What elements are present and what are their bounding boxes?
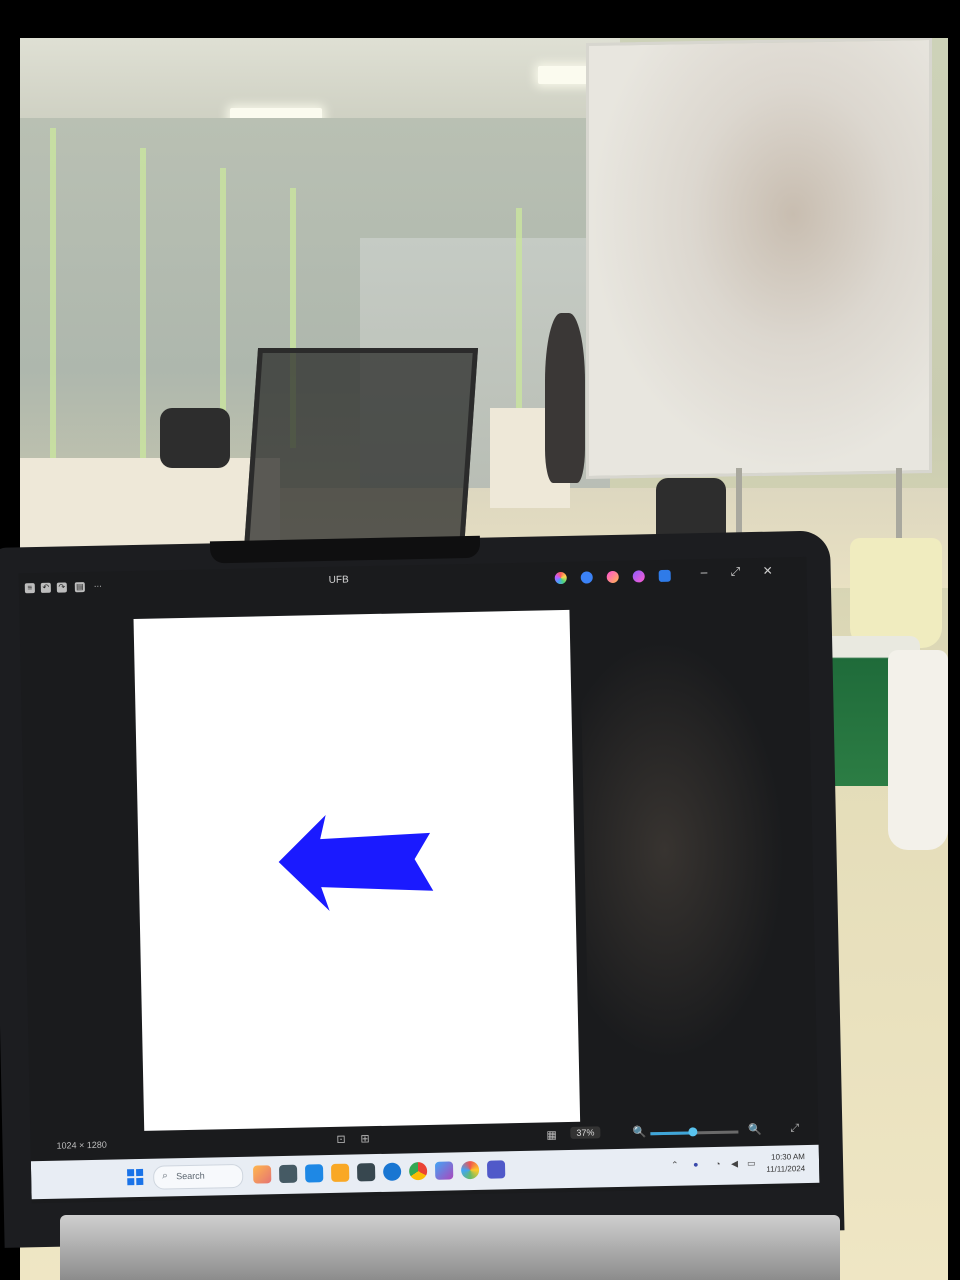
menu-icon[interactable]: ≡: [24, 583, 35, 594]
person-in-background: [545, 313, 585, 483]
zoom-slider-fill: [650, 1131, 691, 1136]
edge-icon[interactable]: [278, 1164, 298, 1184]
tray-chevron-icon[interactable]: ⌃: [671, 1160, 679, 1171]
windows-start-icon[interactable]: [127, 1168, 144, 1186]
left-arrow-shape[interactable]: [134, 610, 581, 1131]
search-icon: ⌕: [162, 1170, 168, 1182]
search-placeholder: Search: [176, 1170, 205, 1182]
laptop-keyboard-base: [60, 1215, 840, 1280]
webcam-notch: [209, 535, 481, 564]
chrome-icon[interactable]: [408, 1161, 428, 1181]
minimize-button[interactable]: –: [701, 565, 708, 579]
more-icon[interactable]: ⋯: [93, 582, 103, 592]
layers-icon[interactable]: ▤: [74, 582, 85, 593]
window-title: UFB: [328, 574, 349, 586]
fullscreen-icon[interactable]: ⤢: [790, 1122, 799, 1135]
redo-icon[interactable]: ↷: [56, 582, 67, 593]
office-chair: [160, 408, 230, 468]
left-arrow-icon: [278, 815, 434, 911]
zoom-out-icon[interactable]: 🔍: [632, 1125, 646, 1138]
clock-time: 10:30 AM: [771, 1152, 806, 1162]
clock-date: 11/11/2024: [766, 1164, 806, 1174]
whiteboard: [586, 38, 932, 480]
screen-reflection: [580, 637, 789, 1062]
volume-icon[interactable]: ◀: [731, 1158, 738, 1169]
zoom-dropdown[interactable]: 37%: [570, 1126, 601, 1139]
taskbar-search[interactable]: ⌕ Search: [152, 1163, 244, 1190]
zoom-slider-handle[interactable]: [688, 1127, 698, 1137]
wifi-icon[interactable]: ◔: [715, 1159, 721, 1169]
actual-size-icon[interactable]: ⊞: [360, 1132, 369, 1145]
color-picker-icon[interactable]: [554, 571, 567, 585]
folder-icon[interactable]: [304, 1164, 324, 1183]
teams-icon[interactable]: [486, 1160, 506, 1179]
mail-icon[interactable]: [356, 1163, 376, 1182]
drawing-canvas[interactable]: [133, 609, 581, 1131]
image-dimensions: 1024 × 1280: [56, 1139, 107, 1151]
share-icon[interactable]: [658, 569, 671, 582]
close-button[interactable]: ✕: [763, 564, 773, 578]
mug: [888, 650, 948, 850]
taskbar-clock[interactable]: 10:30 AM 11/11/2024: [766, 1151, 805, 1176]
vscode-icon[interactable]: [382, 1162, 402, 1181]
glass-frame: [140, 148, 146, 488]
shapes-icon[interactable]: [580, 571, 593, 584]
store-icon[interactable]: [330, 1163, 350, 1182]
maximize-button[interactable]: ⤢: [731, 564, 741, 579]
ai-icon[interactable]: [632, 570, 645, 583]
photos-icon[interactable]: [434, 1161, 454, 1180]
laptop-screen: ≡ ↶ ↷ ▤ ⋯ UFB – ⤢ ✕ 1024 × 1280 ⊡ ⊞ ▦ 37…: [18, 556, 820, 1204]
laptop: ≡ ↶ ↷ ▤ ⋯ UFB – ⤢ ✕ 1024 × 1280 ⊡ ⊞ ▦ 37…: [0, 530, 845, 1248]
paint-icon[interactable]: [460, 1160, 480, 1180]
zoom-in-icon[interactable]: 🔍: [748, 1123, 762, 1136]
fit-page-icon[interactable]: ⊡: [336, 1133, 345, 1146]
grid-view-icon[interactable]: ▦: [546, 1128, 557, 1141]
whiteboard-leg: [896, 468, 902, 548]
undo-icon[interactable]: ↶: [40, 582, 51, 593]
battery-icon[interactable]: ▭: [747, 1158, 756, 1169]
network-icon[interactable]: ●: [693, 1159, 699, 1169]
explorer-icon[interactable]: [252, 1165, 272, 1184]
effects-icon[interactable]: [606, 570, 619, 584]
app-titlebar: ≡ ↶ ↷ ▤ ⋯ UFB – ⤢ ✕: [19, 557, 807, 603]
mug: [850, 538, 942, 648]
